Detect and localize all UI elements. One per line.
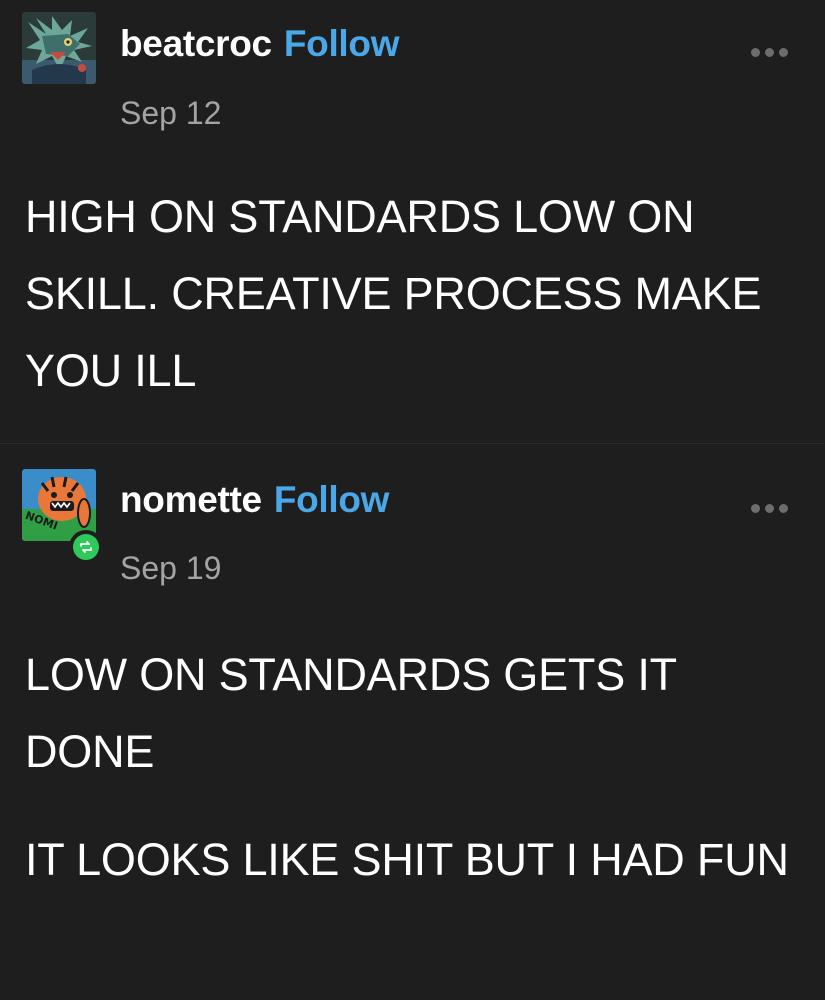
dot-icon — [751, 504, 760, 513]
post-beatcroc: beatcroc Follow Sep 12 HIGH ON STANDARDS… — [0, 0, 825, 443]
crocodile-avatar-icon — [22, 12, 96, 84]
post-body: LOW ON STANDARDS GETS IT DONE — [25, 636, 795, 790]
follow-button[interactable]: Follow — [274, 481, 390, 518]
username[interactable]: nomette — [120, 481, 262, 518]
dot-icon — [779, 504, 788, 513]
avatar[interactable] — [22, 12, 96, 84]
post-date: Sep 12 — [120, 95, 222, 131]
post-header: beatcroc Follow — [120, 25, 399, 62]
post-date: Sep 19 — [120, 550, 222, 586]
post-nomette: NOMI nomette Follow Sep 19 LOW ON STANDA… — [0, 444, 825, 1000]
more-options-icon[interactable] — [751, 504, 788, 513]
post-body: IT LOOKS LIKE SHIT BUT I HAD FUN — [25, 821, 795, 898]
post-paragraph: LOW ON STANDARDS GETS IT DONE — [25, 649, 677, 777]
dot-icon — [779, 48, 788, 57]
dot-icon — [765, 504, 774, 513]
follow-button[interactable]: Follow — [284, 25, 400, 62]
dot-icon — [765, 48, 774, 57]
reblog-badge — [69, 530, 103, 564]
dot-icon — [751, 48, 760, 57]
post-paragraph: IT LOOKS LIKE SHIT BUT I HAD FUN — [25, 834, 789, 885]
post-header: nomette Follow — [120, 481, 389, 518]
post-paragraph: HIGH ON STANDARDS LOW ON SKILL. CREATIVE… — [25, 191, 762, 396]
reblog-icon — [80, 541, 92, 553]
post-body: HIGH ON STANDARDS LOW ON SKILL. CREATIVE… — [25, 178, 795, 409]
username[interactable]: beatcroc — [120, 25, 272, 62]
more-options-icon[interactable] — [751, 48, 788, 57]
